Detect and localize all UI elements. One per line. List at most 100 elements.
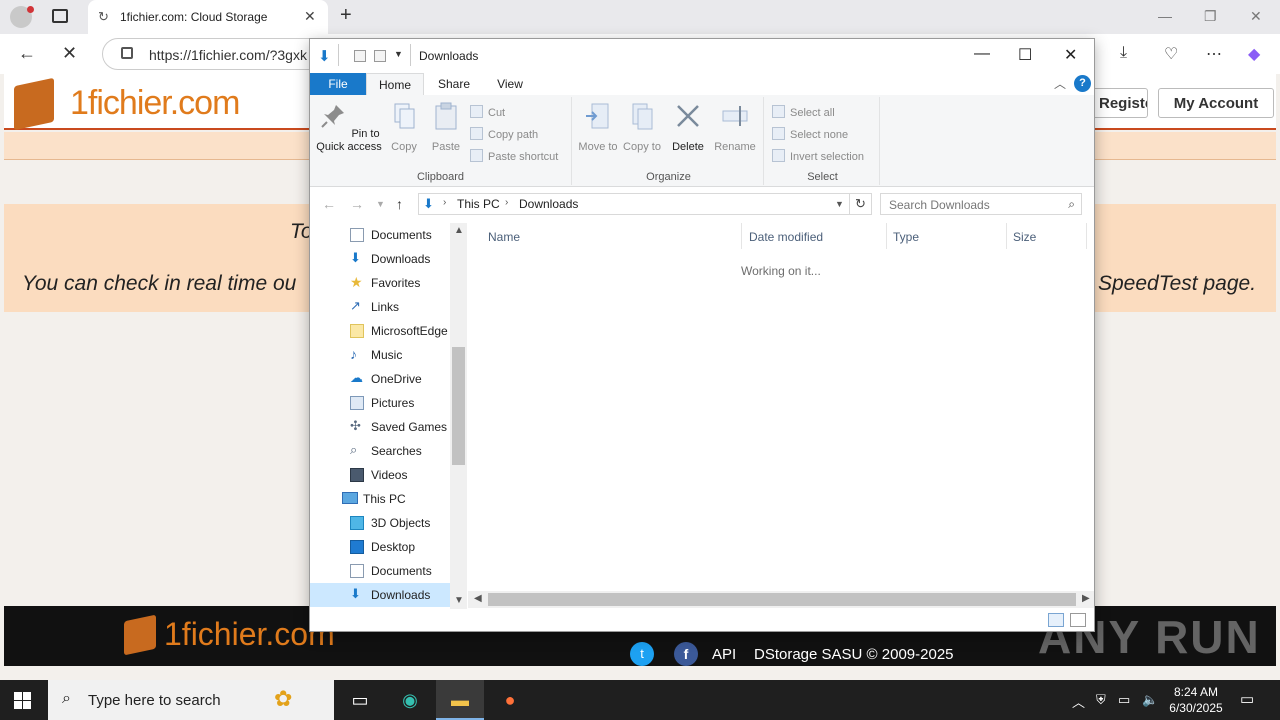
network-icon[interactable]: ▭ — [1118, 692, 1130, 708]
select-none-button[interactable]: Select none — [772, 127, 848, 141]
back-icon[interactable]: ← — [18, 43, 36, 64]
minimize-icon[interactable]: — — [1158, 8, 1172, 24]
nav-item-onedrive[interactable]: ☁ OneDrive — [310, 367, 450, 391]
move-to-button[interactable]: Move to — [578, 101, 618, 154]
site-logo[interactable]: 1fichier.com — [70, 84, 240, 123]
invert-selection-button[interactable]: Invert selection — [772, 149, 864, 163]
copy-path-button[interactable]: Copy path — [470, 127, 538, 141]
path-chevron-icon[interactable]: › — [443, 197, 446, 208]
nav-item-microsoftedge[interactable]: MicrosoftEdge — [310, 319, 450, 343]
firefox-icon[interactable]: ● — [486, 680, 534, 720]
column-date-modified[interactable]: Date modified — [749, 230, 823, 244]
notifications-icon[interactable]: ▭ — [1240, 690, 1254, 708]
nav-item-this-pc[interactable]: This PC — [310, 487, 450, 511]
api-link[interactable]: API — [712, 646, 736, 663]
explorer-close-icon[interactable]: ✕ — [1064, 45, 1077, 65]
show-hidden-icons-icon[interactable]: ︿ — [1072, 692, 1085, 711]
browser-essentials-icon[interactable]: ♡ — [1164, 44, 1178, 64]
file-list-h-scrollbar[interactable]: ◀ ▶ — [468, 591, 1094, 608]
scroll-up-icon[interactable]: ▲ — [454, 225, 464, 236]
nav-back-icon[interactable]: ← — [322, 196, 336, 212]
nav-item-videos[interactable]: Videos — [310, 463, 450, 487]
security-icon[interactable]: ⛨ — [1096, 692, 1106, 708]
downloads-icon[interactable]: ⤓ — [1120, 44, 1127, 62]
path-segment-downloads[interactable]: Downloads — [519, 197, 578, 211]
taskbar-clock[interactable]: 8:24 AM 6/30/2025 — [1164, 684, 1228, 716]
nav-item-music[interactable]: ♪ Music — [310, 343, 450, 367]
volume-icon[interactable]: 🔈 — [1142, 692, 1158, 708]
help-icon[interactable]: ? — [1074, 75, 1091, 92]
nav-item-desktop[interactable]: Desktop — [310, 535, 450, 559]
file-list-scroll-thumb[interactable] — [488, 593, 1076, 606]
collapse-ribbon-icon[interactable]: ︿ — [1054, 75, 1066, 92]
task-view-icon[interactable]: ▭ — [336, 680, 384, 720]
nav-item-links[interactable]: ↗ Links — [310, 295, 450, 319]
scroll-left-icon[interactable]: ◀ — [474, 593, 482, 604]
details-view-icon[interactable] — [1048, 613, 1064, 627]
tab-home[interactable]: Home — [366, 73, 424, 95]
windows-start-icon[interactable] — [14, 692, 31, 709]
delete-button[interactable]: Delete — [668, 101, 708, 154]
large-icons-view-icon[interactable] — [1070, 613, 1086, 627]
lock-icon[interactable] — [121, 47, 133, 59]
tab-actions-icon[interactable] — [52, 9, 68, 23]
qat-new-folder-icon[interactable] — [374, 50, 386, 62]
search-icon[interactable]: ⌕ — [1068, 197, 1075, 212]
qat-customize-icon[interactable]: ▼ — [394, 49, 403, 59]
more-options-icon[interactable]: ⋯ — [1206, 44, 1222, 64]
nav-item-3d-objects[interactable]: 3D Objects — [310, 511, 450, 535]
nav-item-saved-games[interactable]: ✣ Saved Games — [310, 415, 450, 439]
nav-item-searches[interactable]: ⌕ Searches — [310, 439, 450, 463]
copy-button[interactable]: Copy — [386, 101, 422, 154]
path-dropdown-icon[interactable]: ▼ — [835, 199, 844, 209]
nav-item-documents-pc[interactable]: Documents — [310, 559, 450, 583]
explorer-maximize-icon[interactable]: ☐ — [1018, 45, 1032, 65]
copilot-icon[interactable]: ◆ — [1248, 44, 1260, 64]
column-size[interactable]: Size — [1013, 230, 1036, 244]
nav-item-documents[interactable]: Documents — [310, 223, 450, 247]
paste-button[interactable]: Paste — [428, 101, 464, 154]
nav-item-pictures[interactable]: Pictures — [310, 391, 450, 415]
column-divider[interactable] — [1006, 223, 1007, 249]
copy-to-button[interactable]: Copy to — [622, 101, 662, 154]
rename-button[interactable]: Rename — [712, 101, 758, 154]
browser-tab[interactable]: ↻ 1fichier.com: Cloud Storage ✕ — [88, 0, 328, 34]
column-divider[interactable] — [741, 223, 742, 249]
nav-pane-scrollbar[interactable]: ▲ ▼ — [450, 223, 467, 609]
close-tab-icon[interactable]: ✕ — [304, 8, 316, 25]
search-downloads-input[interactable]: Search Downloads ⌕ — [880, 193, 1082, 215]
paste-shortcut-button[interactable]: Paste shortcut — [470, 149, 558, 163]
tab-share[interactable]: Share — [426, 73, 482, 95]
nav-item-downloads-pc[interactable]: ⬇ Downloads — [310, 583, 450, 607]
pin-quick-access-button[interactable]: Pin to Quick access — [316, 101, 382, 154]
file-explorer-icon[interactable]: ▬ — [436, 680, 484, 720]
speedtest-link[interactable]: SpeedTest page. — [1098, 272, 1256, 296]
tab-file[interactable]: File — [310, 73, 366, 95]
recent-locations-icon[interactable]: ▼ — [376, 199, 385, 209]
refresh-icon[interactable]: ↻ — [850, 193, 872, 215]
nav-item-favorites[interactable]: ★ Favorites — [310, 271, 450, 295]
path-segment-this-pc[interactable]: This PC — [457, 197, 500, 211]
nav-up-icon[interactable]: ↑ — [396, 196, 403, 212]
new-tab-icon[interactable]: + — [340, 4, 352, 27]
my-account-button[interactable]: My Account — [1158, 88, 1274, 118]
taskbar-search-box[interactable]: ⌕ Type here to search ✿ — [48, 680, 334, 720]
column-divider[interactable] — [886, 223, 887, 249]
edge-icon[interactable]: ◉ — [386, 680, 434, 720]
tab-view[interactable]: View — [482, 73, 538, 95]
cut-button[interactable]: Cut — [470, 105, 505, 119]
scroll-down-icon[interactable]: ▼ — [454, 595, 464, 606]
restore-icon[interactable]: ❐ — [1204, 8, 1217, 25]
column-divider[interactable] — [1086, 223, 1087, 249]
twitter-icon[interactable]: t — [630, 642, 654, 666]
nav-item-downloads[interactable]: ⬇ Downloads — [310, 247, 450, 271]
column-name[interactable]: Name — [488, 230, 520, 244]
select-all-button[interactable]: Select all — [772, 105, 835, 119]
column-type[interactable]: Type — [893, 230, 919, 244]
nav-pane-scroll-thumb[interactable] — [452, 347, 465, 465]
path-chevron-icon[interactable]: › — [505, 197, 508, 208]
nav-forward-icon[interactable]: → — [350, 196, 364, 212]
path-bar[interactable]: ⬇ › This PC › Downloads ▼ — [418, 193, 850, 215]
scroll-right-icon[interactable]: ▶ — [1082, 593, 1090, 604]
facebook-icon[interactable]: f — [674, 642, 698, 666]
